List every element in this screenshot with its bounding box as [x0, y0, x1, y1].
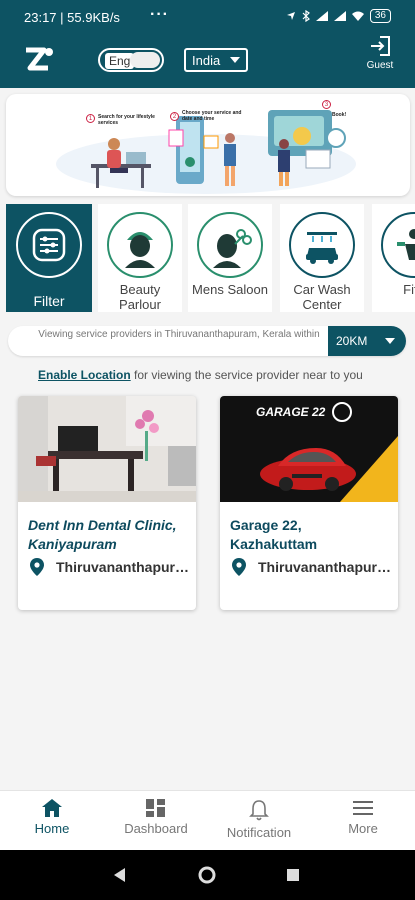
step-2-text: Choose your service and date and time [182, 110, 242, 122]
car-wash-label: Car Wash Center [293, 282, 351, 312]
mens-saloon-label: Mens Saloon [192, 282, 268, 297]
country-value: India [192, 52, 221, 68]
category-strip[interactable]: Filter Beauty Parlour Mens Saloon Car Wa… [0, 204, 415, 312]
app-header: 23:17 | 55.9KB/s ··· 36 Eng India Guest [0, 0, 415, 88]
provider-card[interactable]: Dent Inn Dental Clinic, Kaniyapuram Thir… [18, 396, 196, 610]
provider-location: Thiruvananthapuram [232, 558, 392, 576]
nav-notification-label: Notification [226, 825, 292, 840]
filter-label: Filter [33, 293, 65, 309]
chevron-down-icon [385, 338, 396, 344]
location-arrow-icon [286, 12, 295, 20]
provider-image: GARAGE 22 [220, 396, 398, 502]
status-bar: 23:17 | 55.9KB/s ··· 36 [0, 6, 415, 30]
country-select[interactable]: India [184, 48, 248, 72]
language-toggle[interactable]: Eng [98, 48, 164, 72]
mens-saloon-icon [213, 229, 252, 268]
promo-banner[interactable]: 1 Search for your lifestyle services 2 C… [6, 94, 410, 196]
back-icon[interactable] [114, 868, 126, 882]
location-text: Viewing service providers in Thiruvanant… [38, 329, 320, 340]
enable-location-link[interactable]: Enable Location [38, 368, 131, 382]
step-2-number: 2 [170, 112, 179, 121]
filter-button[interactable]: Filter [6, 204, 92, 312]
location-bar: Viewing service providers in Thiruvanant… [8, 326, 406, 356]
home-icon [42, 799, 62, 817]
step-1-number: 1 [86, 114, 95, 123]
radius-value: 20KM [336, 334, 368, 348]
guest-label: Guest [366, 60, 394, 71]
home-circle-icon[interactable] [198, 866, 216, 884]
step-3-text: Book! [332, 112, 347, 118]
car-wash-icon [306, 232, 338, 264]
toggle-knob [130, 52, 160, 68]
provider-location: Thiruvananthapuram [30, 558, 190, 576]
menu-icon [353, 801, 373, 815]
nav-dashboard[interactable]: Dashboard [106, 799, 206, 836]
guest-login-button[interactable]: Guest [363, 34, 397, 71]
provider-card[interactable]: GARAGE 22 Garage 22, Kazhakuttam Thiruva… [220, 396, 398, 610]
nav-more-label: More [348, 821, 378, 836]
category-fitness[interactable]: Fitn [372, 204, 415, 312]
enable-location-hint: for viewing the service provider near to… [130, 368, 363, 382]
category-mens-saloon[interactable]: Mens Saloon [188, 204, 272, 312]
provider-name: Dent Inn Dental Clinic, Kaniyapuram [28, 517, 177, 552]
login-icon [371, 36, 390, 56]
provider-location-text: Thiruvananthapuram [56, 559, 190, 575]
status-time: 23:17 [24, 10, 57, 25]
bell-icon [249, 800, 269, 821]
enable-location-row: Enable Location for viewing the service … [38, 368, 363, 382]
nav-notification[interactable]: Notification [209, 799, 309, 840]
bottom-navigation: Home Dashboard Notification More [0, 790, 415, 850]
system-navigation-bar [0, 850, 415, 900]
garage-logo-text: GARAGE 22 [256, 405, 326, 419]
recents-icon[interactable] [287, 869, 299, 881]
filter-icon [32, 228, 66, 262]
map-pin-icon [30, 558, 44, 576]
category-car-wash[interactable]: Car Wash Center [280, 204, 364, 312]
bluetooth-icon [302, 10, 310, 22]
network-speed: 55.9KB/s [67, 10, 120, 25]
step-1-text: Search for your lifestyle services [98, 114, 155, 126]
beauty-parlour-icon [125, 232, 155, 268]
app-logo[interactable] [22, 44, 56, 74]
map-pin-icon [232, 558, 246, 576]
nav-home[interactable]: Home [2, 799, 102, 836]
fitness-icon [397, 229, 415, 260]
chevron-down-icon [230, 57, 240, 63]
radius-select[interactable]: 20KM [328, 326, 406, 356]
nav-home-label: Home [34, 821, 70, 836]
provider-image [18, 396, 196, 502]
beauty-parlour-label: Beauty Parlour [119, 282, 161, 312]
nav-more[interactable]: More [313, 799, 413, 836]
nav-dashboard-label: Dashboard [124, 821, 188, 836]
provider-name: Garage 22, Kazhakuttam [230, 517, 318, 552]
dashboard-icon [146, 799, 165, 817]
wifi-icon [351, 11, 364, 21]
signal-2-icon [333, 11, 346, 21]
category-beauty-parlour[interactable]: Beauty Parlour [98, 204, 182, 312]
step-3-number: 3 [322, 100, 331, 109]
provider-location-text: Thiruvananthapuram [258, 559, 392, 575]
battery-indicator: 36 [369, 9, 391, 23]
status-more-dots: ··· [150, 6, 169, 23]
fitness-label: Fitn [403, 282, 415, 297]
signal-icon [315, 11, 328, 21]
